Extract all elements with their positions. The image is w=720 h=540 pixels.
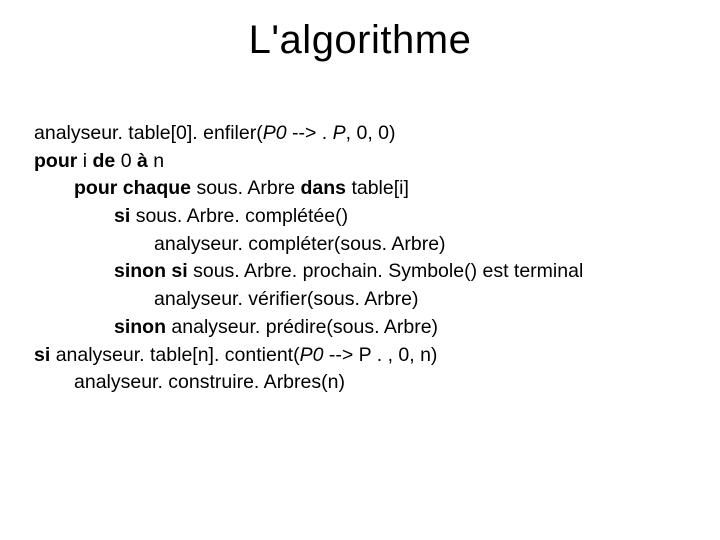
kw-si: si xyxy=(34,344,56,366)
kw-de: de xyxy=(93,150,121,172)
kw-pour-chaque: pour chaque xyxy=(74,177,196,199)
text: analyseur. compléter(sous. Arbre) xyxy=(154,233,446,255)
algo-line-1: analyseur. table[0]. enfiler(P0 --> . P,… xyxy=(34,120,686,148)
text-italic: P xyxy=(333,122,346,144)
text: analyseur. construire. Arbres(n) xyxy=(74,371,345,393)
text-italic: P0 xyxy=(263,122,292,144)
text: i xyxy=(83,150,93,172)
kw-sinon: sinon xyxy=(114,316,171,338)
text: , 0, 0) xyxy=(346,122,396,144)
algo-line-6: sinon si sous. Arbre. prochain. Symbole(… xyxy=(34,258,686,286)
text: analyseur. vérifier(sous. Arbre) xyxy=(154,288,418,310)
algo-line-9: si analyseur. table[n]. contient(P0 --> … xyxy=(34,342,686,370)
algo-line-8: sinon analyseur. prédire(sous. Arbre) xyxy=(34,314,686,342)
slide-title: L'algorithme xyxy=(0,18,720,63)
text: sous. Arbre. prochain. Symbole() est ter… xyxy=(193,260,583,282)
algo-line-5: analyseur. compléter(sous. Arbre) xyxy=(34,231,686,259)
text: --> P . , 0, n) xyxy=(329,344,438,366)
slide: L'algorithme analyseur. table[0]. enfile… xyxy=(0,0,720,540)
algo-line-2: pour i de 0 à n xyxy=(34,148,686,176)
kw-dans: dans xyxy=(301,177,352,199)
text: analyseur. table[0]. enfiler( xyxy=(34,122,263,144)
text: 0 xyxy=(121,150,137,172)
text: analyseur. table[n]. contient( xyxy=(56,344,300,366)
text-italic: P0 xyxy=(300,344,329,366)
text: --> . xyxy=(292,122,333,144)
text: n xyxy=(153,150,164,172)
kw-si: si xyxy=(114,205,136,227)
algo-line-10: analyseur. construire. Arbres(n) xyxy=(34,369,686,397)
algo-line-7: analyseur. vérifier(sous. Arbre) xyxy=(34,286,686,314)
text: sous. Arbre. complétée() xyxy=(136,205,348,227)
algo-line-3: pour chaque sous. Arbre dans table[i] xyxy=(34,175,686,203)
algorithm-body: analyseur. table[0]. enfiler(P0 --> . P,… xyxy=(34,120,686,397)
kw-sinon-si: sinon si xyxy=(114,260,193,282)
text: analyseur. prédire(sous. Arbre) xyxy=(171,316,438,338)
algo-line-4: si sous. Arbre. complétée() xyxy=(34,203,686,231)
text: table[i] xyxy=(351,177,408,199)
kw-a: à xyxy=(137,150,153,172)
text: sous. Arbre xyxy=(196,177,300,199)
kw-pour: pour xyxy=(34,150,83,172)
